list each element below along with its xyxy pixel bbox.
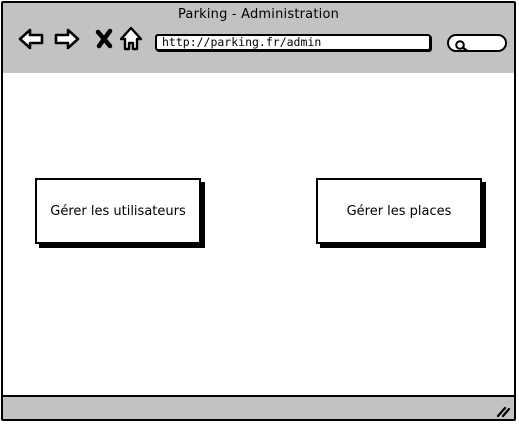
address-bar[interactable]: http://parking.fr/admin bbox=[155, 34, 431, 51]
manage-users-label: Gérer les utilisateurs bbox=[50, 203, 186, 219]
home-icon[interactable] bbox=[117, 25, 145, 53]
manage-places-label: Gérer les places bbox=[346, 203, 452, 219]
back-arrow-icon[interactable] bbox=[17, 25, 45, 53]
page-content: Gérer les utilisateurs Gérer les places bbox=[3, 73, 514, 395]
window-title: Parking - Administration bbox=[177, 7, 340, 22]
browser-toolbar: Parking - Administration http://parking.… bbox=[3, 3, 514, 75]
search-icon bbox=[454, 37, 468, 52]
search-input[interactable] bbox=[447, 34, 507, 52]
resize-grip-icon[interactable] bbox=[495, 403, 511, 418]
manage-users-button[interactable]: Gérer les utilisateurs bbox=[35, 178, 201, 244]
browser-window: Parking - Administration http://parking.… bbox=[1, 1, 516, 421]
close-x-icon[interactable] bbox=[91, 25, 119, 53]
forward-arrow-icon[interactable] bbox=[53, 25, 81, 53]
status-bar bbox=[3, 395, 514, 419]
manage-places-button[interactable]: Gérer les places bbox=[316, 178, 482, 244]
